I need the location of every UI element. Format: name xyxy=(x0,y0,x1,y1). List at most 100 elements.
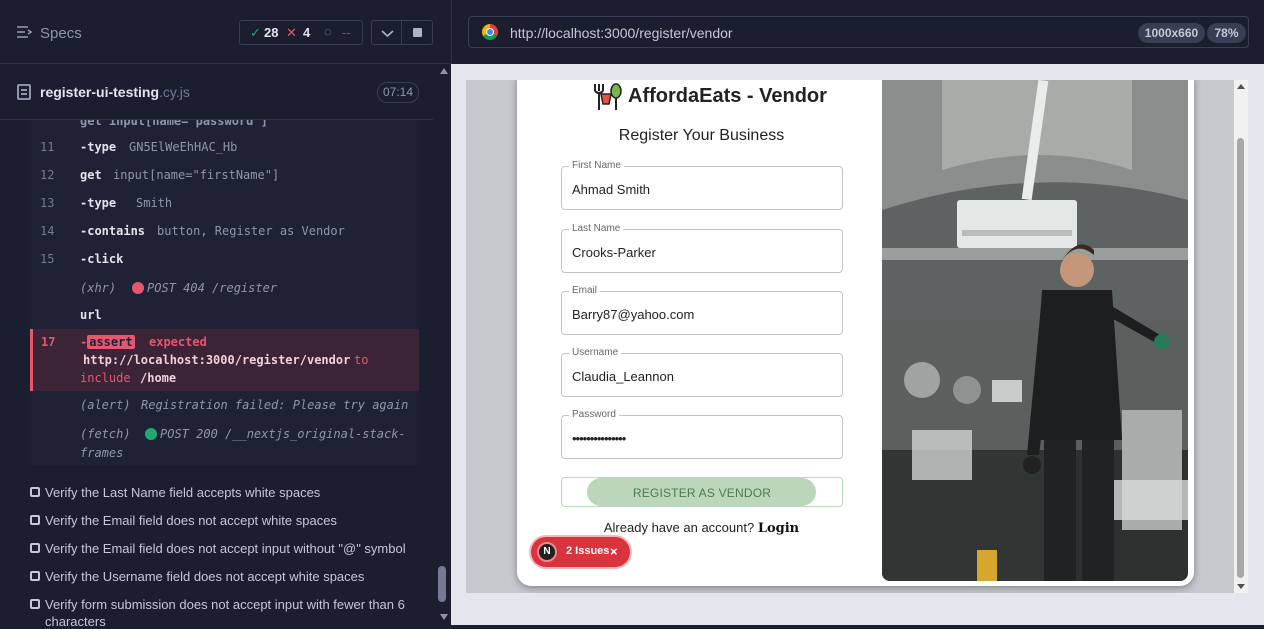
app-frame: AffordaEats - Vendor Register Your Busin… xyxy=(466,80,1248,593)
field-label: Username xyxy=(569,347,622,358)
spec-file-name[interactable]: register-ui-testing.cy.js xyxy=(40,84,190,100)
expand-button[interactable] xyxy=(371,20,402,45)
log-command[interactable]: -type xyxy=(80,140,116,154)
zoom-level[interactable]: 78% xyxy=(1207,23,1246,43)
test-title: Verify the Email field does not accept w… xyxy=(45,513,337,528)
register-card: AffordaEats - Vendor Register Your Busin… xyxy=(517,80,1194,586)
brand-title: AffordaEats - Vendor xyxy=(628,85,827,107)
app-scroll-thumb[interactable] xyxy=(1237,138,1244,578)
reporter-panel: Specs ✓ 28 ✕ 4 ◌ -- register-ui-testing.… xyxy=(0,0,451,629)
scroll-up-icon[interactable] xyxy=(1237,84,1245,89)
fork-spoon-logo-icon xyxy=(594,83,622,110)
field-label: Last Name xyxy=(569,223,624,234)
passed-count: 28 xyxy=(264,25,279,40)
assert-path: /home xyxy=(140,371,177,385)
scroll-down-icon[interactable] xyxy=(1237,584,1245,589)
login-prompt-text: Already have an account? xyxy=(603,520,755,535)
test-title: Verify form submission does not accept i… xyxy=(45,597,405,612)
line-number: 11 xyxy=(40,140,55,154)
log-argument: input[name="firstName"] xyxy=(113,168,280,182)
test-status-icon xyxy=(30,571,40,581)
xhr-label: (xhr) xyxy=(80,281,117,295)
issues-label: 2 Issues xyxy=(566,545,610,557)
login-link[interactable]: Login xyxy=(758,521,799,536)
last-name-field[interactable]: Last Name Crooks-Parker xyxy=(561,223,843,273)
reporter-scroll-thumb[interactable] xyxy=(438,566,446,602)
login-prompt: Already have an account? Login xyxy=(517,520,886,536)
register-vendor-button[interactable]: REGISTER AS VENDOR xyxy=(561,477,843,507)
command-log: get input[name="password"] 11 -type GN5E… xyxy=(30,120,419,465)
test-title: characters xyxy=(45,614,106,629)
kitchen-photo-image xyxy=(882,80,1188,581)
log-command[interactable]: -type xyxy=(80,196,116,210)
username-field[interactable]: Username Claudia_Leannon xyxy=(561,347,843,397)
url-bar[interactable]: http://localhost:3000/register/vendor 10… xyxy=(468,16,1249,48)
close-icon[interactable]: × xyxy=(610,544,618,559)
browser-bar: http://localhost:3000/register/vendor 10… xyxy=(451,0,1264,64)
error-dot-icon xyxy=(132,282,144,294)
line-number: 15 xyxy=(40,252,55,266)
pending-count: -- xyxy=(342,25,351,40)
field-value: Ahmad Smith xyxy=(572,182,651,197)
check-icon: ✓ xyxy=(250,25,261,40)
issues-badge[interactable]: N 2 Issues × xyxy=(531,537,630,567)
field-value: Crooks-Parker xyxy=(572,245,656,260)
register-vendor-label: REGISTER AS VENDOR xyxy=(632,486,772,500)
test-title: Verify the Email field does not accept i… xyxy=(45,541,406,556)
line-number: 12 xyxy=(40,168,55,182)
field-label: Password xyxy=(569,409,619,420)
test-status-icon xyxy=(30,515,40,525)
fetch-text: POST 200 /__nextjs_original-stack- xyxy=(160,427,406,441)
assert-expected: expected xyxy=(149,335,207,349)
log-command[interactable]: -click xyxy=(80,252,123,266)
assert-include: include xyxy=(80,371,131,385)
test-status-icon xyxy=(30,543,40,553)
first-name-field[interactable]: First Name Ahmad Smith xyxy=(561,160,843,210)
xhr-text: POST 404 /register xyxy=(147,281,278,295)
cross-icon: ✕ xyxy=(286,25,297,40)
password-field[interactable]: Password ••••••••••••••• xyxy=(561,409,843,459)
spec-file-ext: .cy.js xyxy=(159,84,190,100)
spec-file-base: register-ui-testing xyxy=(40,84,160,100)
file-icon xyxy=(17,84,31,100)
stop-icon xyxy=(413,28,422,37)
page-subtitle: Register Your Business xyxy=(618,127,785,144)
xhr-entry[interactable]: POST 404 /register xyxy=(132,281,277,295)
log-argument: button, Register as Vendor xyxy=(157,224,345,238)
next-logo-icon: N xyxy=(537,542,557,562)
log-command[interactable]: -contains xyxy=(80,224,145,238)
log-command[interactable]: get xyxy=(80,168,102,182)
field-label: Email xyxy=(569,285,601,296)
kitchen-photo xyxy=(882,80,1188,581)
specs-label[interactable]: Specs xyxy=(40,25,82,42)
chrome-icon xyxy=(482,24,498,40)
scroll-down-icon[interactable] xyxy=(440,614,448,620)
fetch-entry[interactable]: POST 200 /__nextjs_original-stack- xyxy=(145,427,406,441)
assert-url: http://localhost:3000/register/vendor xyxy=(83,353,351,367)
stop-button[interactable] xyxy=(402,20,433,45)
assert-to: to xyxy=(354,353,369,367)
test-status-icon xyxy=(30,599,40,609)
log-command[interactable]: url xyxy=(80,308,102,322)
pending-icon: ◌ xyxy=(324,24,332,39)
line-number: 13 xyxy=(40,196,55,210)
success-dot-icon xyxy=(145,428,157,440)
field-value: Claudia_Leannon xyxy=(572,369,674,384)
fetch-text-cont: frames xyxy=(80,446,124,460)
email-field[interactable]: Email Barry87@yahoo.com xyxy=(561,285,843,335)
specs-list-icon[interactable] xyxy=(17,25,33,39)
app-scrollbar[interactable] xyxy=(1234,80,1248,593)
log-cut-row: get input[name="password"] xyxy=(80,120,268,128)
url-text: http://localhost:3000/register/vendor xyxy=(510,25,733,41)
run-duration: 07:14 xyxy=(377,82,419,103)
line-number: 17 xyxy=(41,335,56,349)
fetch-label: (fetch) xyxy=(80,427,131,441)
line-number: 14 xyxy=(40,224,55,238)
viewport-size[interactable]: 1000x660 xyxy=(1138,23,1205,43)
reporter-scrollbar[interactable] xyxy=(437,64,449,625)
scroll-up-icon[interactable] xyxy=(440,68,448,74)
field-label: First Name xyxy=(569,160,624,171)
failed-assertion-row[interactable]: 17 - assert expected http://localhost:300… xyxy=(30,329,419,391)
field-value: ••••••••••••••• xyxy=(572,431,626,446)
alert-text[interactable]: Registration failed: Please try again xyxy=(141,398,408,412)
